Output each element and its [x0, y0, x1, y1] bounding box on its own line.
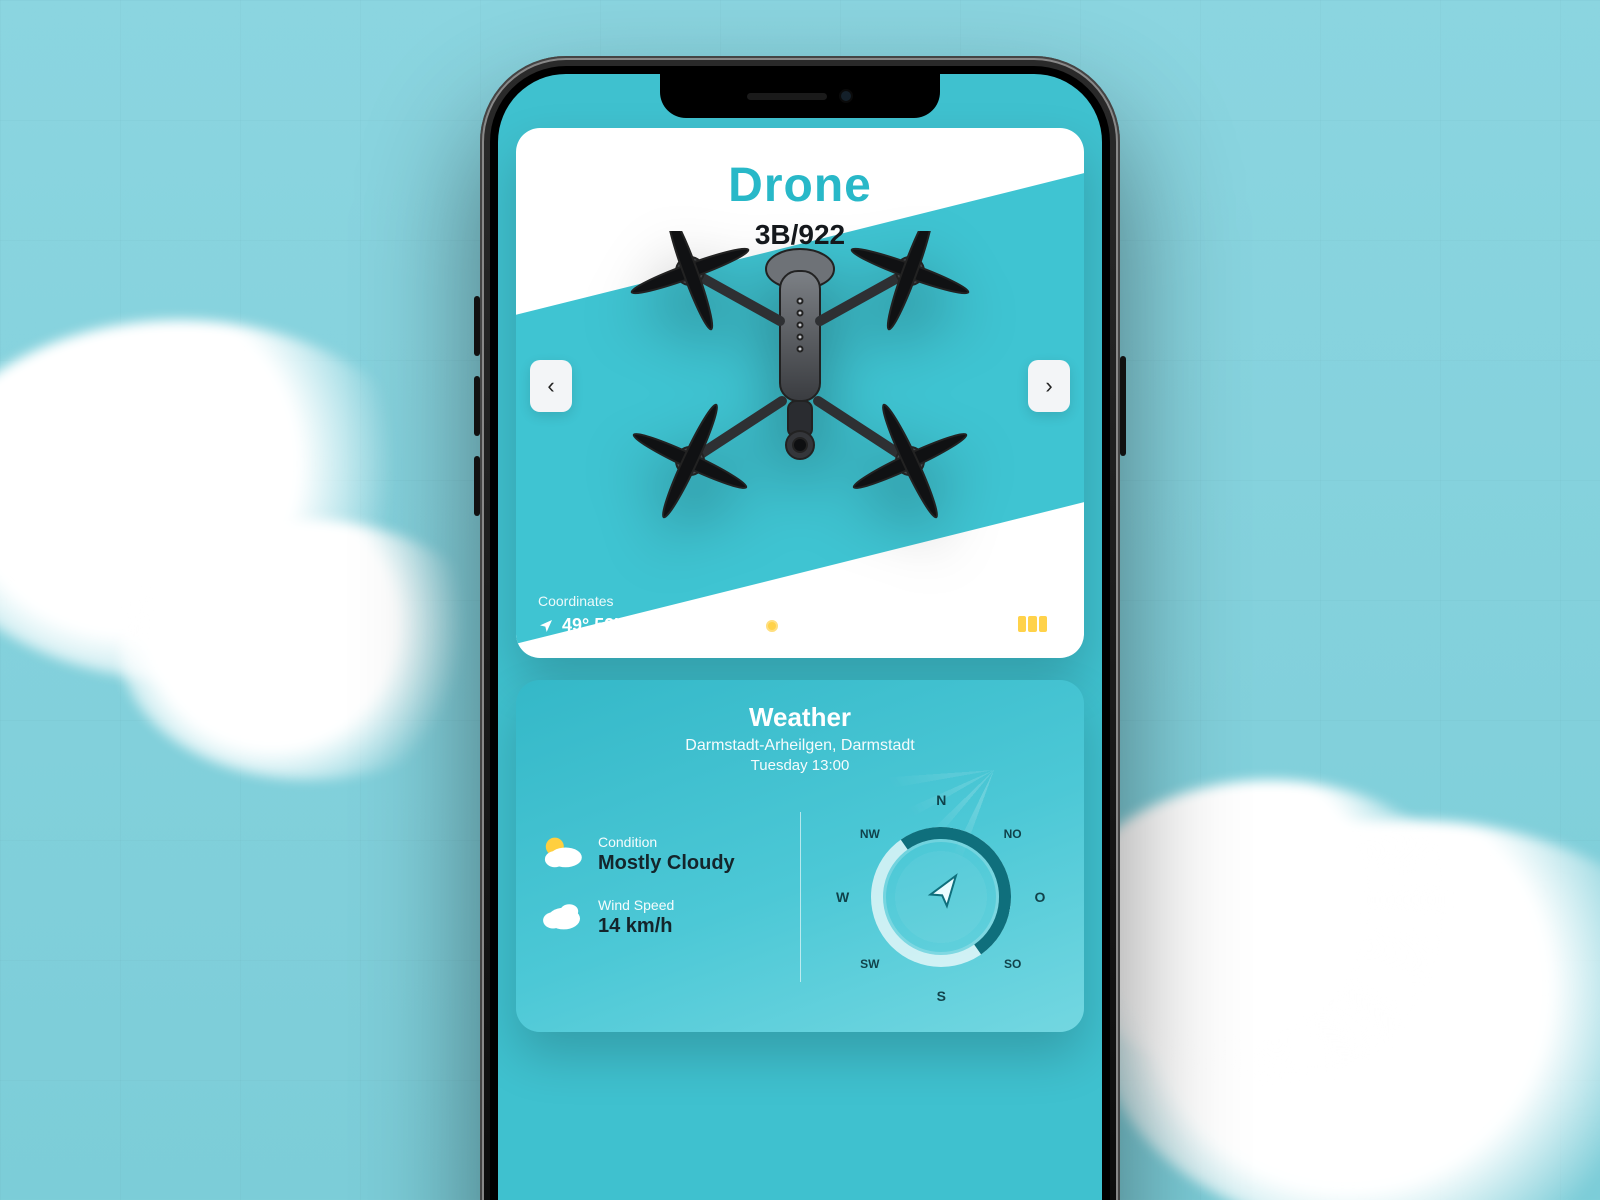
front-camera-icon	[839, 89, 853, 103]
condition-label: Condition	[598, 834, 735, 850]
coords-block: Coordinates 49° 52' N , 8° 39' O	[538, 593, 752, 636]
wind-label: Wind Speed	[598, 897, 674, 913]
wind-value: 14 km/h	[598, 915, 674, 938]
chevron-right-icon: ›	[1045, 373, 1052, 399]
drone-card: Drone 3B/922 ‹ ›	[516, 128, 1084, 658]
coords-label: Coordinates	[538, 593, 752, 609]
coords-text: 49° 52' N , 8° 39' O	[562, 615, 717, 636]
weather-location: Darmstadt-Arheilgen, Darmstadt	[540, 737, 1060, 755]
compass-w: W	[836, 889, 849, 905]
partly-cloudy-icon	[540, 834, 584, 870]
battery-block: 73%	[925, 612, 1062, 636]
screen: Drone 3B/922 ‹ ›	[498, 74, 1102, 1200]
compass-no: NO	[1004, 827, 1022, 841]
cloud-decoration	[120, 520, 500, 780]
weather-conditions: Condition Mostly Cloudy	[540, 834, 778, 960]
weather-title: Weather	[540, 702, 1060, 733]
compass-n: N	[936, 792, 946, 808]
phone-bezel: Drone 3B/922 ‹ ›	[490, 66, 1110, 1200]
drone-image	[630, 231, 970, 531]
status-block: Status Delivering	[762, 593, 915, 636]
prev-drone-button[interactable]: ‹	[530, 360, 572, 412]
wind-row: Wind Speed 14 km/h	[540, 897, 778, 938]
weather-card: Weather Darmstadt-Arheilgen, Darmstadt T…	[516, 680, 1084, 1032]
location-arrow-icon	[538, 618, 554, 634]
weather-body: Condition Mostly Cloudy	[540, 792, 1060, 1002]
compass-s: S	[937, 988, 946, 1004]
phone-frame: Drone 3B/922 ‹ ›	[480, 56, 1120, 1200]
speaker-icon	[747, 93, 827, 100]
cloud-icon	[540, 897, 584, 933]
drone-stats-bar: Coordinates 49° 52' N , 8° 39' O Status	[516, 575, 1084, 658]
status-value: Delivering	[762, 615, 915, 636]
condition-value: Mostly Cloudy	[598, 852, 735, 875]
compass-sw: SW	[860, 957, 879, 971]
status-dot-icon	[762, 616, 782, 636]
compass-dial	[871, 827, 1011, 967]
compass-o: O	[1034, 889, 1045, 905]
coords-value: 49° 52' N , 8° 39' O	[538, 615, 752, 636]
divider	[800, 812, 801, 982]
status-label: Status	[762, 593, 915, 609]
drone-title: Drone	[536, 158, 1064, 213]
chevron-left-icon: ‹	[547, 373, 554, 399]
drone-carousel: ‹ ›	[516, 261, 1084, 511]
battery-percent: 73%	[968, 614, 1004, 635]
weather-time: Tuesday 13:00	[540, 757, 1060, 774]
compass: N NO O SO S SW W NW	[836, 792, 1046, 1002]
compass-so: SO	[1004, 957, 1021, 971]
next-drone-button[interactable]: ›	[1028, 360, 1070, 412]
status-text: Delivering	[790, 615, 877, 636]
compass-nw: NW	[860, 827, 880, 841]
weather-header: Weather Darmstadt-Arheilgen, Darmstadt T…	[540, 702, 1060, 774]
battery-icon	[1014, 612, 1062, 636]
phone-notch	[660, 74, 940, 118]
cloud-decoration	[1060, 780, 1480, 1080]
condition-row: Condition Mostly Cloudy	[540, 834, 778, 875]
app-content: Drone 3B/922 ‹ ›	[498, 74, 1102, 1200]
